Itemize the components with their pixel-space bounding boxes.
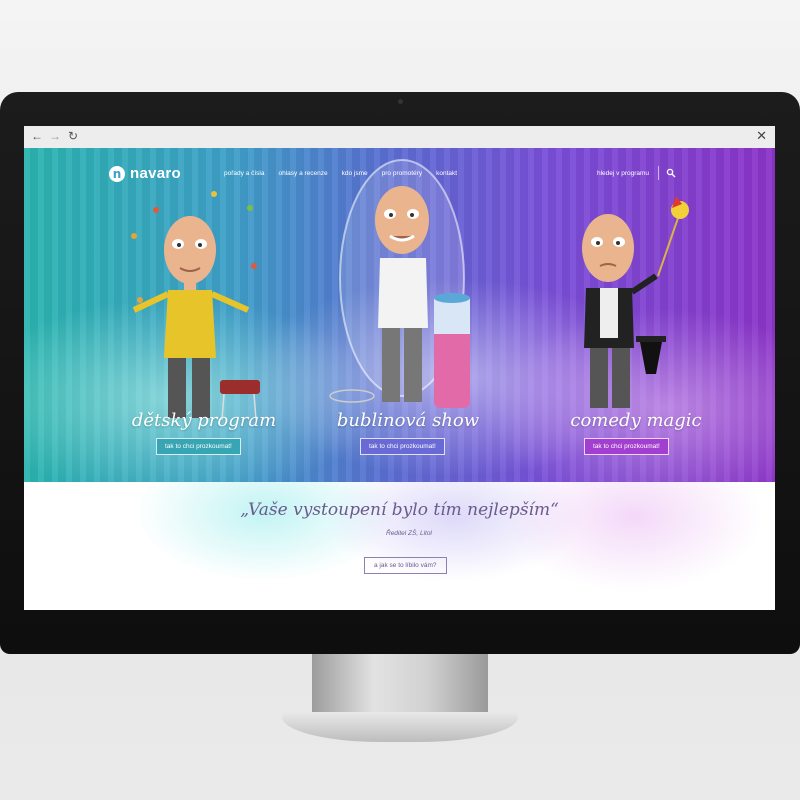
monitor-stand-neck <box>312 654 488 716</box>
magician-illustration <box>582 196 689 408</box>
monitor-stand-base <box>282 712 518 742</box>
act-childrens-program: dětský program tak to chci prozkoumat! <box>104 148 304 482</box>
hero-section: n navaro pořady a čísla ohlasy a recenze… <box>24 148 775 482</box>
reload-icon[interactable]: ↻ <box>66 129 80 143</box>
explore-button[interactable]: tak to chci prozkoumat! <box>584 438 669 455</box>
monitor-frame: ← → ↻ ✕ n navaro pořady a čísla ohlasy a… <box>0 92 800 654</box>
act-title: bublinová show <box>336 410 480 431</box>
color-splash <box>504 482 764 592</box>
bubble-man-illustration <box>329 159 470 408</box>
juggler-illustration <box>131 191 260 421</box>
explore-button[interactable]: tak to chci prozkoumat! <box>360 438 445 455</box>
arrow-left-icon[interactable]: ← <box>30 129 44 143</box>
webcam <box>398 99 403 104</box>
arrow-right-icon[interactable]: → <box>48 129 62 143</box>
feedback-button[interactable]: a jak se to líbilo vám? <box>364 557 447 574</box>
browser-toolbar: ← → ↻ ✕ <box>24 126 775 149</box>
testimonial-author: Ředitel ZŠ, Litol <box>386 530 432 537</box>
testimonial-section: „Vaše vystoupení bylo tím nejlepším“ Řed… <box>24 482 775 610</box>
act-bubble-show: bublinová show tak to chci prozkoumat! <box>308 148 508 482</box>
act-title: comedy magic <box>570 410 702 431</box>
screen: ← → ↻ ✕ n navaro pořady a čísla ohlasy a… <box>24 126 775 610</box>
act-comedy-magic: comedy magic tak to chci prozkoumat! <box>536 148 736 482</box>
act-title: dětský program <box>131 410 277 431</box>
testimonial-quote: „Vaše vystoupení bylo tím nejlepším“ <box>240 500 559 520</box>
close-icon[interactable]: ✕ <box>756 129 767 143</box>
explore-button[interactable]: tak to chci prozkoumat! <box>156 438 241 455</box>
